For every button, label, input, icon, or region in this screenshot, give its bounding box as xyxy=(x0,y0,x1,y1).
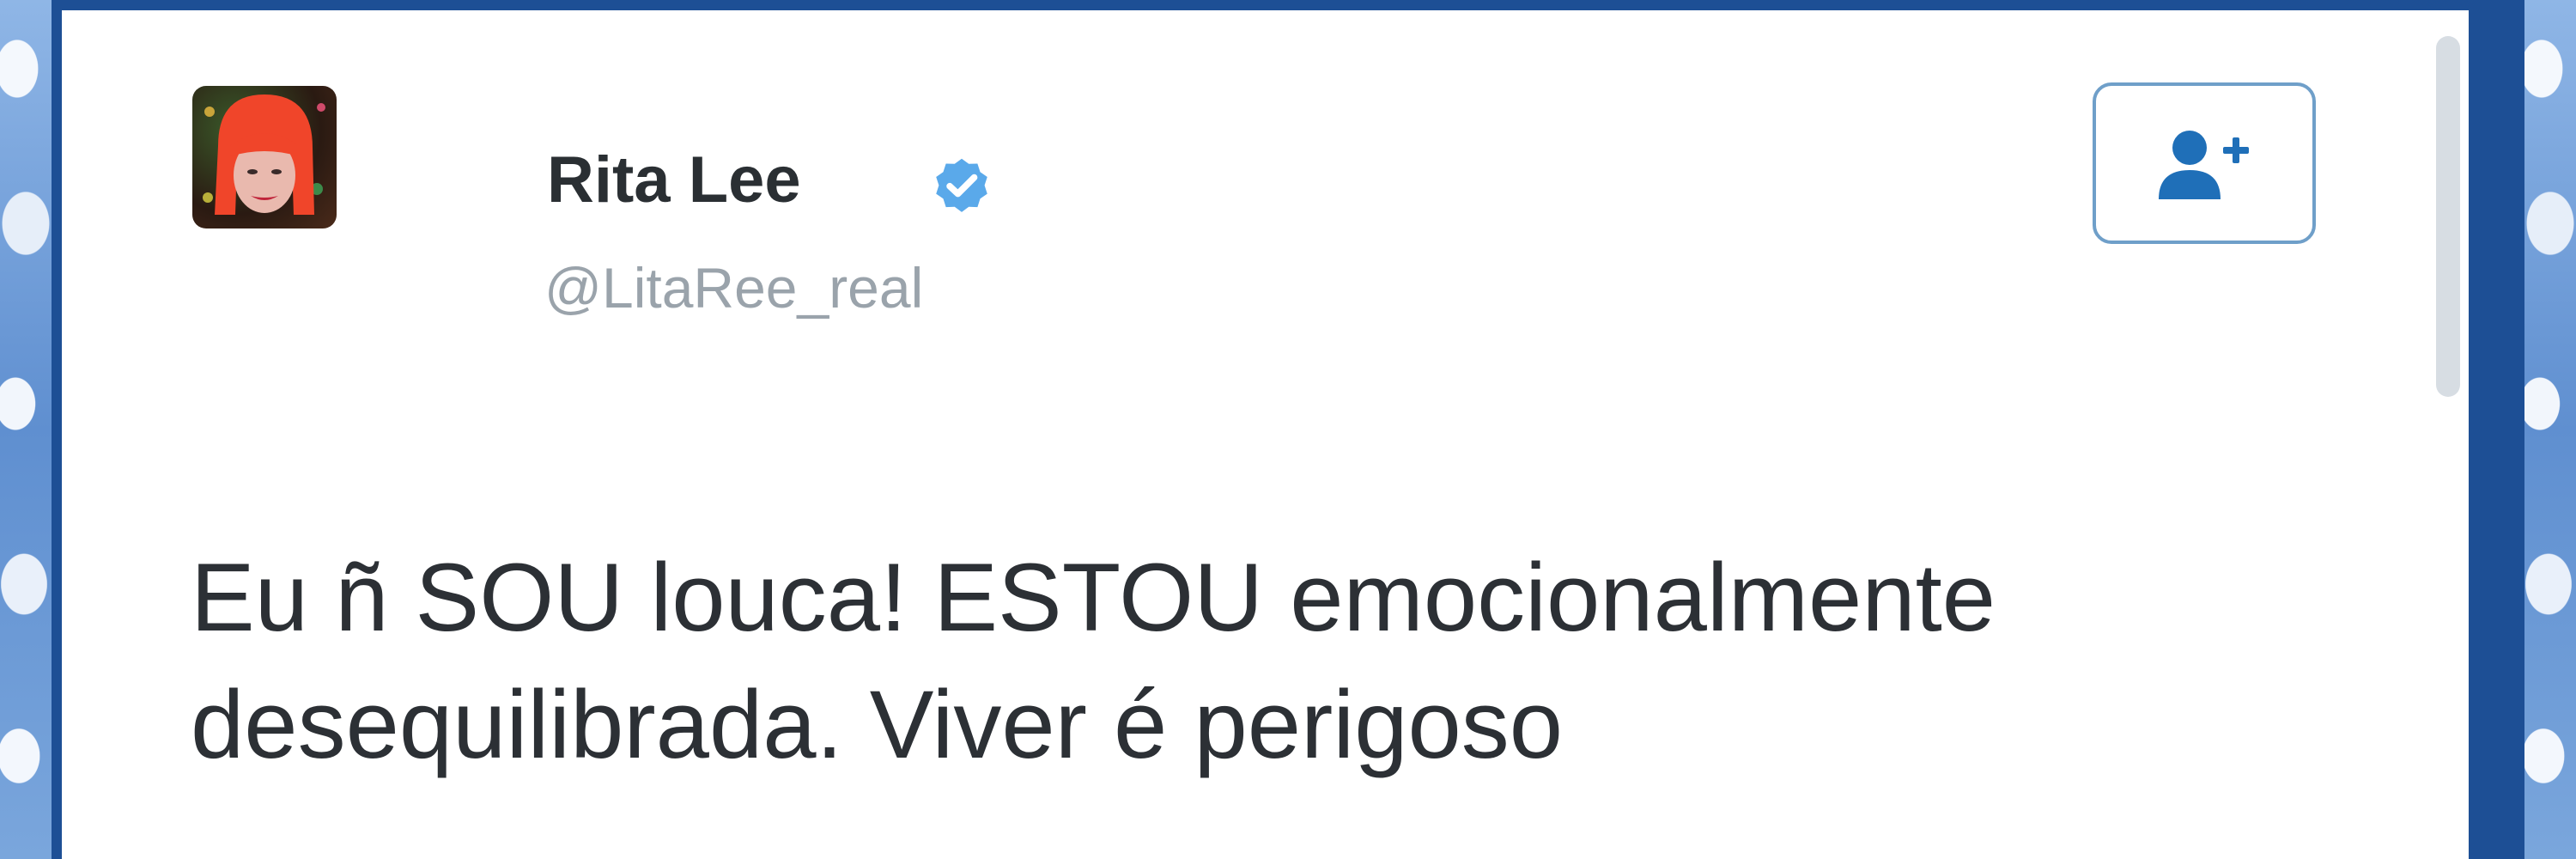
user-avatar[interactable] xyxy=(192,86,337,228)
user-handle[interactable]: @LitaRee_real xyxy=(544,259,923,316)
user-avatar-photo xyxy=(203,94,325,215)
follow-button[interactable] xyxy=(2093,82,2316,244)
tweet-text-line: desequilibrada. Viver é perigoso xyxy=(191,670,1564,778)
tweet-text: Eu ñ SOU louca! ESTOU emocionalmente des… xyxy=(191,534,2423,789)
scrollbar[interactable] xyxy=(2436,36,2460,397)
sky-background-left xyxy=(0,0,52,859)
sky-background-right xyxy=(2524,0,2576,859)
tweet-card: Rita Lee @LitaRee_real Eu ñ SOU louca! E… xyxy=(62,10,2469,859)
add-user-icon xyxy=(2159,131,2249,199)
tweet-text-line: Eu ñ SOU louca! ESTOU emocionalmente xyxy=(191,544,1996,651)
verified-badge-icon xyxy=(936,158,987,212)
user-display-name[interactable]: Rita Lee xyxy=(547,148,801,213)
